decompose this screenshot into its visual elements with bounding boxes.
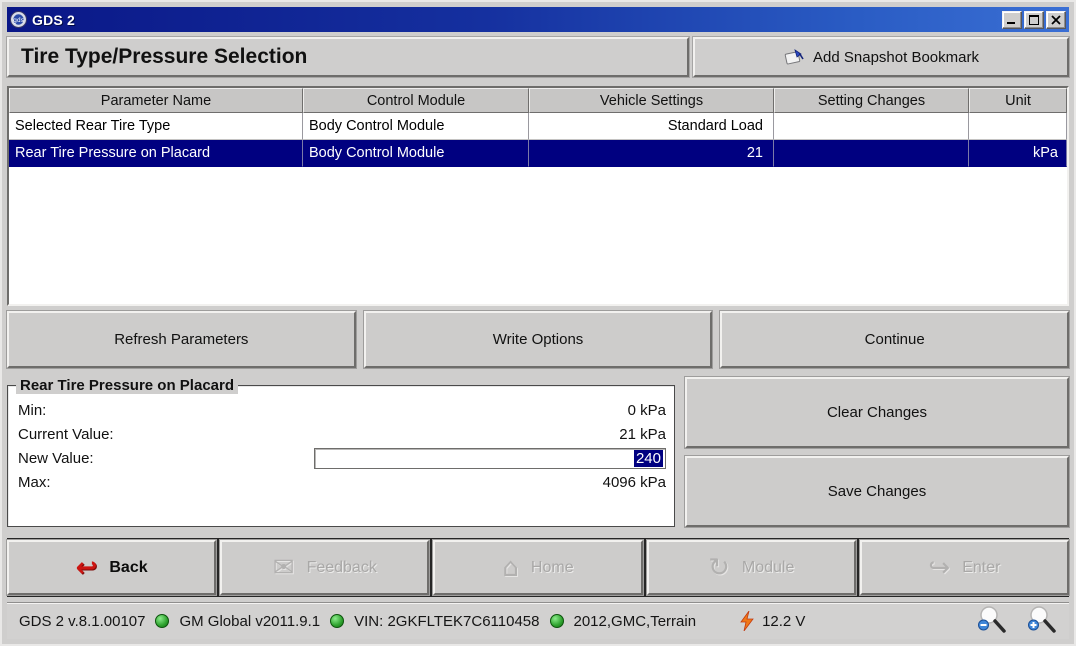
new-value-input[interactable]: 240	[314, 448, 666, 469]
module-label: Module	[742, 559, 794, 577]
min-value: 0 kPa	[628, 402, 666, 419]
table-row-rear-tire-pressure[interactable]: Rear Tire Pressure on Placard Body Contr…	[9, 140, 1067, 167]
bookmark-icon	[783, 48, 805, 67]
lightning-bolt-icon	[740, 611, 754, 631]
parameter-table: Parameter Name Control Module Vehicle Se…	[7, 86, 1069, 306]
column-header-vehicle-settings: Vehicle Settings	[529, 88, 774, 113]
bookmark-button-label: Add Snapshot Bookmark	[813, 49, 979, 66]
feedback-button[interactable]: ✉ Feedback	[220, 540, 429, 595]
table-empty-area	[9, 167, 1067, 304]
voltage-value: 12.2 V	[762, 613, 805, 630]
enter-label: Enter	[962, 559, 1000, 577]
titlebar: gds GDS 2	[7, 7, 1069, 32]
maximize-button[interactable]	[1024, 11, 1044, 29]
cell-vehicle-setting: 21	[529, 140, 774, 167]
gds-app-icon: gds	[10, 11, 27, 28]
vehicle-description: 2012,GMC,Terrain	[574, 613, 697, 630]
close-icon	[1051, 15, 1061, 25]
new-value-label: New Value:	[18, 450, 94, 467]
status-ok-icon	[155, 614, 169, 628]
refresh-parameters-button[interactable]: Refresh Parameters	[7, 311, 356, 368]
minimize-button[interactable]	[1002, 11, 1022, 29]
current-value-row: Current Value: 21 kPa	[18, 422, 666, 446]
cell-unit: kPa	[969, 140, 1067, 167]
max-value: 4096 kPa	[603, 474, 666, 491]
page-title: Tire Type/Pressure Selection	[21, 45, 307, 69]
back-label: Back	[109, 559, 147, 577]
zoom-out-icon[interactable]	[977, 606, 1007, 636]
window-title: GDS 2	[32, 12, 75, 28]
maximize-icon	[1029, 15, 1039, 25]
cell-setting-change	[774, 140, 969, 167]
max-label: Max:	[18, 474, 51, 491]
feedback-envelope-icon: ✉	[273, 555, 295, 581]
home-label: Home	[531, 559, 574, 577]
module-refresh-icon: ↻	[708, 555, 730, 581]
min-label: Min:	[18, 402, 46, 419]
zoom-controls	[977, 606, 1057, 636]
new-value-selected-text: 240	[634, 450, 663, 467]
clear-changes-button[interactable]: Clear Changes	[685, 377, 1069, 448]
write-options-button[interactable]: Write Options	[364, 311, 713, 368]
app-version: GDS 2 v.8.1.00107	[19, 613, 145, 630]
gds2-window: gds GDS 2 Tire Type/Pressure Selection	[0, 0, 1076, 646]
status-ok-icon	[330, 614, 344, 628]
column-header-setting-changes: Setting Changes	[774, 88, 969, 113]
save-changes-button[interactable]: Save Changes	[685, 456, 1069, 527]
cell-vehicle-setting: Standard Load	[529, 113, 774, 140]
page-title-panel: Tire Type/Pressure Selection	[7, 37, 689, 77]
continue-button[interactable]: Continue	[720, 311, 1069, 368]
max-row: Max: 4096 kPa	[18, 470, 666, 494]
feedback-label: Feedback	[307, 559, 377, 577]
bottom-navigation: ↩ Back ✉ Feedback ⌂ Home ↻ Module ↪ Ente…	[7, 538, 1069, 597]
close-button[interactable]	[1046, 11, 1066, 29]
table-header-row: Parameter Name Control Module Vehicle Se…	[9, 88, 1067, 113]
min-row: Min: 0 kPa	[18, 398, 666, 422]
page-header: Tire Type/Pressure Selection Add Snapsho…	[7, 37, 1069, 77]
cell-parameter: Selected Rear Tire Type	[9, 113, 303, 140]
status-bar: GDS 2 v.8.1.00107 GM Global v2011.9.1 VI…	[7, 602, 1069, 639]
home-button[interactable]: ⌂ Home	[433, 540, 642, 595]
cell-unit	[969, 113, 1067, 140]
change-buttons: Clear Changes Save Changes	[685, 377, 1069, 527]
current-value: 21 kPa	[619, 426, 666, 443]
svg-text:gds: gds	[13, 17, 24, 24]
groupbox-title: Rear Tire Pressure on Placard	[16, 377, 238, 394]
voltage-indicator: 12.2 V	[740, 611, 805, 631]
add-snapshot-bookmark-button[interactable]: Add Snapshot Bookmark	[693, 37, 1069, 77]
cell-setting-change	[774, 113, 969, 140]
current-value-label: Current Value:	[18, 426, 114, 443]
column-header-unit: Unit	[969, 88, 1067, 113]
back-button[interactable]: ↩ Back	[7, 540, 216, 595]
cell-module: Body Control Module	[303, 113, 529, 140]
cell-module: Body Control Module	[303, 140, 529, 167]
window-controls	[1002, 11, 1066, 29]
zoom-in-icon[interactable]	[1027, 606, 1057, 636]
table-row-selected-rear-tire-type[interactable]: Selected Rear Tire Type Body Control Mod…	[9, 113, 1067, 140]
enter-arrow-icon: ↪	[928, 555, 950, 581]
new-value-row: New Value: 240	[18, 446, 666, 470]
column-header-control-module: Control Module	[303, 88, 529, 113]
software-version: GM Global v2011.9.1	[179, 613, 320, 630]
module-button[interactable]: ↻ Module	[647, 540, 856, 595]
minimize-icon	[1007, 15, 1017, 25]
home-house-icon: ⌂	[502, 555, 519, 581]
parameter-detail-section: Rear Tire Pressure on Placard Min: 0 kPa…	[7, 377, 1069, 527]
back-arrow-icon: ↩	[76, 555, 98, 581]
column-header-parameter-name: Parameter Name	[9, 88, 303, 113]
status-ok-icon	[550, 614, 564, 628]
cell-parameter: Rear Tire Pressure on Placard	[9, 140, 303, 167]
enter-button[interactable]: ↪ Enter	[860, 540, 1069, 595]
table-actions: Refresh Parameters Write Options Continu…	[7, 311, 1069, 368]
parameter-groupbox: Rear Tire Pressure on Placard Min: 0 kPa…	[7, 377, 675, 527]
vin-value: VIN: 2GKFLTEK7C6110458	[354, 613, 539, 630]
